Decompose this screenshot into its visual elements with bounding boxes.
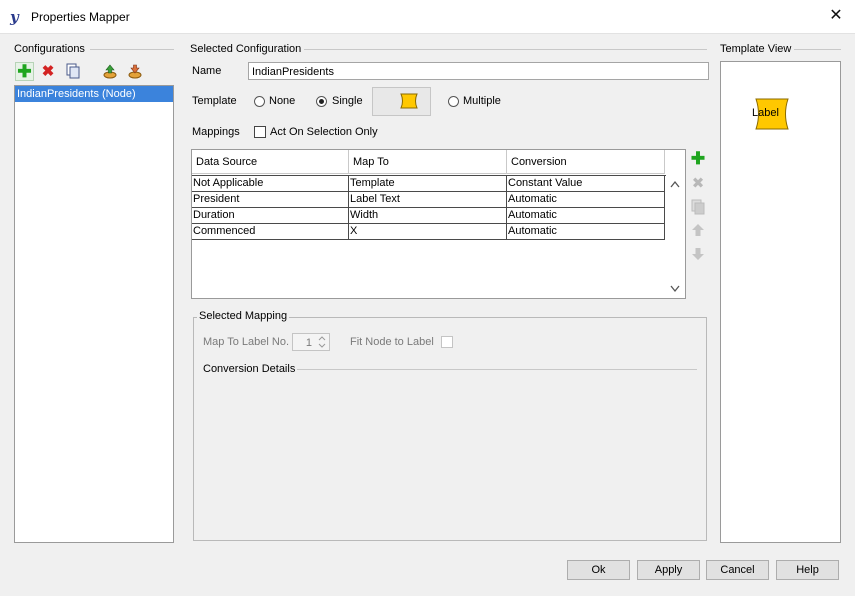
- selected-mapping-header: Selected Mapping: [197, 310, 290, 322]
- table-cell[interactable]: Template: [349, 176, 507, 192]
- move-up-icon[interactable]: [690, 223, 706, 239]
- fit-node-checkbox[interactable]: [441, 336, 453, 348]
- table-cell[interactable]: Commenced: [192, 224, 349, 240]
- fit-node-label: Fit Node to Label: [350, 336, 434, 348]
- move-down-icon[interactable]: [690, 247, 706, 263]
- table-scrollbar[interactable]: [666, 175, 684, 297]
- ok-button[interactable]: Ok: [567, 560, 630, 580]
- copy-icon[interactable]: [64, 63, 82, 81]
- configurations-divider: [90, 49, 174, 50]
- table-cell[interactable]: President: [192, 192, 349, 208]
- template-multiple-radio[interactable]: [448, 96, 459, 107]
- template-single-radio[interactable]: [316, 96, 327, 107]
- template-node-label: Label: [752, 107, 779, 119]
- remove-mapping-icon[interactable]: ✖: [690, 176, 706, 192]
- template-preview-button[interactable]: [372, 87, 431, 116]
- close-icon[interactable]: ✕: [820, 5, 852, 27]
- scroll-down-icon[interactable]: [670, 285, 680, 293]
- table-cell[interactable]: Not Applicable: [192, 176, 349, 192]
- column-header-conversion[interactable]: Conversion: [507, 150, 665, 174]
- export-icon[interactable]: [126, 63, 144, 81]
- template-view-header: Template View: [720, 43, 792, 55]
- template-view-divider: [794, 49, 841, 50]
- add-icon[interactable]: ✚: [15, 62, 34, 81]
- table-cell[interactable]: Automatic: [507, 208, 665, 224]
- template-node-shape: [400, 93, 418, 109]
- template-single-label[interactable]: Single: [332, 95, 363, 107]
- copy-mapping-icon[interactable]: [690, 199, 706, 215]
- name-input[interactable]: IndianPresidents: [248, 62, 709, 80]
- column-header-data-source[interactable]: Data Source: [192, 150, 349, 174]
- help-button[interactable]: Help: [776, 560, 839, 580]
- delete-icon[interactable]: ✖: [39, 63, 57, 81]
- table-cell[interactable]: Width: [349, 208, 507, 224]
- table-body: Not Applicable Template Constant Value P…: [192, 175, 666, 240]
- title-bar: y Properties Mapper ✕: [0, 0, 855, 34]
- name-label: Name: [192, 65, 222, 77]
- column-header-map-to[interactable]: Map To: [349, 150, 507, 174]
- import-icon[interactable]: [101, 63, 119, 81]
- act-on-selection-checkbox[interactable]: [254, 126, 266, 138]
- table-cell[interactable]: Automatic: [507, 192, 665, 208]
- add-mapping-icon[interactable]: ✚: [690, 150, 706, 167]
- template-multiple-label[interactable]: Multiple: [463, 95, 501, 107]
- configurations-toolbar: ✚ ✖: [14, 61, 174, 83]
- spinner-icon[interactable]: [315, 334, 329, 350]
- conversion-details-divider: [297, 369, 697, 370]
- configurations-header: Configurations: [14, 43, 85, 55]
- conversion-details-header: Conversion Details: [203, 363, 296, 375]
- window-title: Properties Mapper: [31, 10, 130, 24]
- template-none-radio[interactable]: [254, 96, 265, 107]
- template-none-label[interactable]: None: [269, 95, 295, 107]
- table-cell[interactable]: X: [349, 224, 507, 240]
- map-to-label-no-label: Map To Label No.: [203, 336, 290, 348]
- template-view-canvas: Label: [720, 61, 841, 543]
- selected-mapping-group: [193, 317, 707, 541]
- table-cell[interactable]: Label Text: [349, 192, 507, 208]
- apply-button[interactable]: Apply: [637, 560, 700, 580]
- selected-configuration-header: Selected Configuration: [190, 43, 302, 55]
- mappings-table: Data Source Map To Conversion Not Applic…: [191, 149, 686, 299]
- act-on-selection-label[interactable]: Act On Selection Only: [270, 126, 378, 138]
- selected-configuration-divider: [304, 49, 707, 50]
- table-cell[interactable]: Duration: [192, 208, 349, 224]
- mappings-label: Mappings: [192, 126, 240, 138]
- cancel-button[interactable]: Cancel: [706, 560, 769, 580]
- template-label: Template: [192, 95, 237, 107]
- table-cell[interactable]: Automatic: [507, 224, 665, 240]
- spinner-arrows[interactable]: [315, 334, 329, 350]
- table-cell[interactable]: Constant Value: [507, 176, 665, 192]
- configurations-list[interactable]: IndianPresidents (Node): [14, 85, 174, 543]
- configuration-item[interactable]: IndianPresidents (Node): [15, 86, 173, 102]
- yworks-y-icon: y: [10, 8, 19, 26]
- scroll-up-icon[interactable]: [670, 180, 680, 188]
